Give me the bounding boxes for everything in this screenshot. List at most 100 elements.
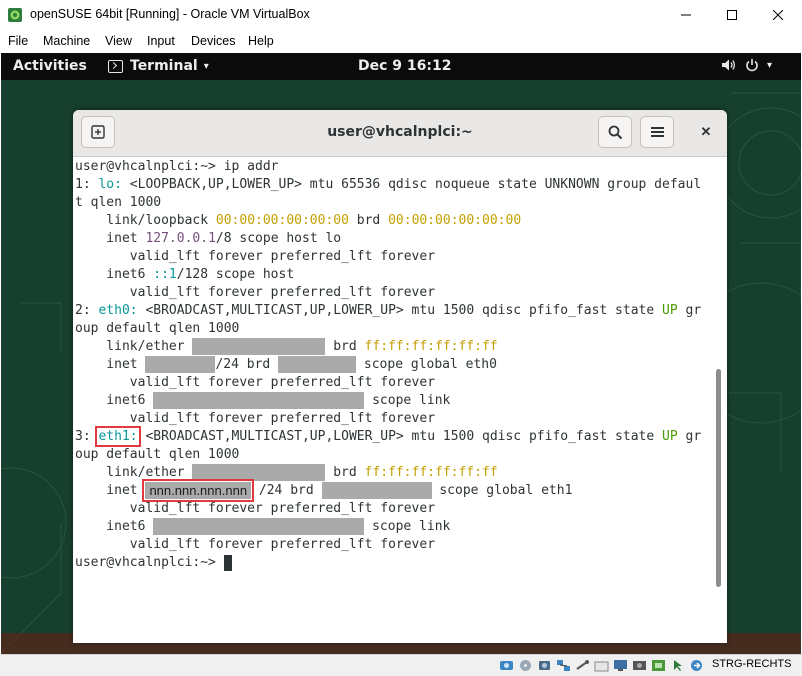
terminal-output[interactable]: user@vhcalnplci:~> ip addr 1: lo: <LOOPBA…: [73, 157, 727, 643]
network-icon[interactable]: [555, 658, 571, 673]
terminal-line: 2: eth0: <BROADCAST,MULTICAST,UP,LOWER_U…: [75, 302, 701, 320]
audio-icon[interactable]: [536, 658, 552, 673]
text-cursor: [223, 555, 232, 571]
terminal-text-segment: inet6: [75, 267, 154, 282]
redacted-value: [321, 482, 432, 499]
terminal-text-segment: inet: [75, 231, 146, 246]
power-icon: [746, 59, 758, 72]
terminal-line: valid_lft forever preferred_lft forever: [75, 536, 701, 554]
terminal-text-segment: <LOOPBACK,UP,LOWER_UP> mtu 65536 qdisc n…: [121, 177, 702, 192]
mouse-integration-icon[interactable]: [669, 658, 685, 673]
terminal-headerbar[interactable]: user@vhcalnplci:~ ✕: [73, 110, 727, 157]
terminal-text-segment: link/ether: [75, 465, 193, 480]
terminal-line: 3: eth1: <BROADCAST,MULTICAST,UP,LOWER_U…: [75, 426, 702, 447]
scrollbar[interactable]: [716, 369, 721, 587]
search-button[interactable]: [598, 116, 632, 148]
window-titlebar[interactable]: openSUSE 64bit [Running] - Oracle VM Vir…: [0, 0, 802, 30]
host-key-label: STRG-RECHTS: [712, 658, 792, 670]
terminal-text-segment: t qlen 1000: [75, 195, 162, 210]
display-icon[interactable]: [612, 658, 628, 673]
vm-statusbar: STRG-RECHTS: [0, 654, 802, 676]
optical-drive-icon[interactable]: [517, 658, 533, 673]
app-menu-terminal[interactable]: Terminal ▾: [108, 58, 209, 74]
redacted-value: [278, 356, 357, 373]
close-window-button[interactable]: [755, 0, 801, 30]
terminal-text: user@vhcalnplci:~> ip addr 1: lo: <LOOPBA…: [75, 158, 701, 572]
terminal-line: user@vhcalnplci:~> ip addr: [75, 158, 701, 176]
activities-button[interactable]: Activities: [13, 58, 87, 74]
terminal-line: valid_lft forever preferred_lft forever: [75, 500, 701, 518]
highlighted-interface-name: eth1:: [95, 426, 141, 447]
terminal-window[interactable]: user@vhcalnplci:~ ✕ user@vhcalnplci:~> i…: [73, 110, 727, 643]
terminal-text-segment: valid_lft forever preferred_lft forever: [75, 411, 436, 426]
terminal-text-segment: gr: [677, 429, 702, 444]
terminal-text-segment: ff:ff:ff:ff:ff:ff: [364, 465, 498, 480]
maximize-icon: [727, 10, 737, 20]
terminal-line: link/ether brd ff:ff:ff:ff:ff:ff: [75, 464, 701, 482]
redacted-value: [153, 518, 365, 535]
close-icon: ✕: [700, 124, 712, 139]
terminal-icon: [108, 59, 123, 73]
terminal-text-segment: /128 scope host: [176, 267, 295, 282]
virtualization-icon[interactable]: [650, 658, 666, 673]
redacted-value: [145, 356, 216, 373]
terminal-line: user@vhcalnplci:~>: [75, 554, 701, 572]
terminal-line: valid_lft forever preferred_lft forever: [75, 410, 701, 428]
terminal-text-segment: user@vhcalnplci:~>: [75, 555, 224, 570]
terminal-text-segment: user@vhcalnplci:~> ip addr: [75, 159, 279, 174]
redacted-value: [192, 464, 326, 481]
terminal-text-segment: 127.0.0.1: [145, 231, 216, 246]
chevron-down-icon: ▾: [203, 60, 209, 72]
menu-machine[interactable]: Machine: [43, 34, 90, 48]
terminal-line: 1: lo: <LOOPBACK,UP,LOWER_UP> mtu 65536 …: [75, 176, 701, 194]
terminal-text-segment: link/ether: [75, 339, 193, 354]
terminal-text-segment: valid_lft forever preferred_lft forever: [75, 249, 436, 264]
shared-folders-icon[interactable]: [593, 658, 609, 673]
terminal-text-segment: <BROADCAST,MULTICAST,UP,LOWER_UP> mtu 15…: [137, 303, 663, 318]
system-tray[interactable]: ▾: [721, 58, 772, 72]
menu-help[interactable]: Help: [248, 34, 274, 48]
maximize-button[interactable]: [709, 0, 755, 30]
video-capture-icon[interactable]: [631, 658, 647, 673]
terminal-text-segment: valid_lft forever preferred_lft forever: [75, 285, 436, 300]
terminal-line: t qlen 1000: [75, 194, 701, 212]
terminal-line: inet nnn.nnn.nnn.nnn /24 brd scope globa…: [75, 479, 701, 502]
terminal-text-segment: brd: [348, 213, 389, 228]
terminal-text-segment: link/loopback: [75, 213, 216, 228]
redacted-value: [192, 338, 326, 355]
terminal-line: valid_lft forever preferred_lft forever: [75, 284, 701, 302]
terminal-text-segment: valid_lft forever preferred_lft forever: [75, 501, 436, 516]
host-key-arrow-icon[interactable]: [688, 658, 704, 673]
status-icons: [498, 658, 704, 673]
terminal-text-segment: scope global eth1: [431, 483, 573, 498]
redacted-value: [153, 392, 365, 409]
clock[interactable]: Dec 9 16:12: [358, 58, 451, 74]
menu-input[interactable]: Input: [147, 34, 175, 48]
minimize-button[interactable]: [663, 0, 709, 30]
terminal-line: oup default qlen 1000: [75, 446, 701, 464]
usb-icon[interactable]: [574, 658, 590, 673]
terminal-text-segment: /24 brd: [251, 483, 322, 498]
terminal-text-segment: gr: [677, 303, 702, 318]
hard-disk-icon[interactable]: [498, 658, 514, 673]
menu-file[interactable]: File: [8, 34, 28, 48]
app-menu-label: Terminal: [130, 58, 198, 74]
terminal-line: inet6 scope link: [75, 392, 701, 410]
volume-icon: [722, 59, 736, 71]
minimize-icon: [681, 14, 691, 16]
terminal-line: link/loopback 00:00:00:00:00:00 brd 00:0…: [75, 212, 701, 230]
terminal-text-segment: ::1: [153, 267, 177, 282]
menu-view[interactable]: View: [105, 34, 132, 48]
hamburger-menu-button[interactable]: [640, 116, 674, 148]
terminal-text-segment: oup default qlen 1000: [75, 447, 240, 462]
menu-devices[interactable]: Devices: [191, 34, 235, 48]
guest-display[interactable]: Activities Terminal ▾ Dec 9 16:12 ▾ user…: [1, 53, 801, 654]
terminal-text-segment: valid_lft forever preferred_lft forever: [75, 375, 436, 390]
terminal-close-button[interactable]: ✕: [689, 116, 723, 148]
terminal-text-segment: lo:: [98, 177, 122, 192]
hamburger-icon: [650, 127, 664, 137]
terminal-text-segment: UP: [662, 303, 678, 318]
terminal-line: inet6 scope link: [75, 518, 701, 536]
terminal-text-segment: brd: [325, 465, 365, 480]
terminal-text-segment: inet: [75, 357, 146, 372]
